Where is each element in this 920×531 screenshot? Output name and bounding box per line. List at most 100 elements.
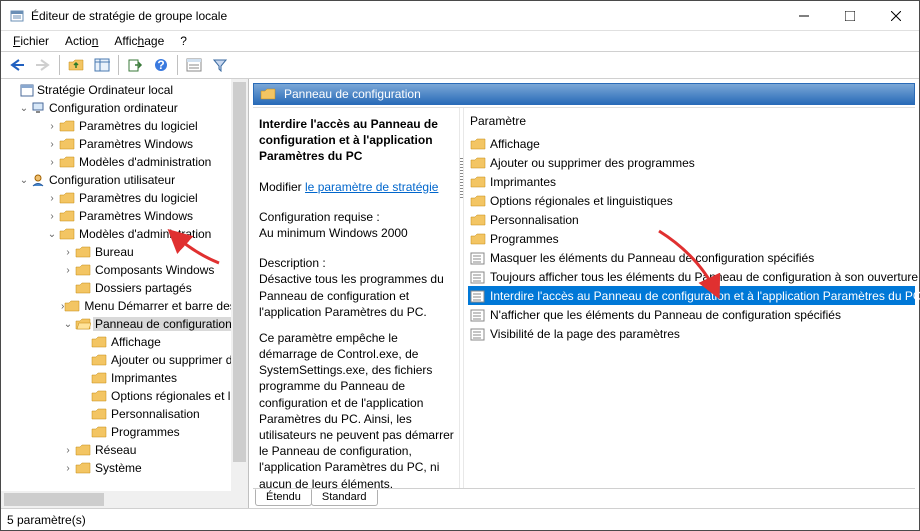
list-item-folder[interactable]: Affichage [468,134,915,153]
tree-root[interactable]: Stratégie Ordinateur local [35,83,175,97]
list-item-folder[interactable]: Options régionales et linguistiques [468,191,915,210]
toolbar: ? [1,51,919,79]
scroll-thumb[interactable] [233,82,246,462]
expand-icon[interactable]: › [61,445,75,456]
folder-open-icon [75,317,91,331]
tree-pane: Stratégie Ordinateur local ⌄ Configuratio… [1,79,249,508]
tab-standard[interactable]: Standard [311,490,378,506]
tree-item[interactable]: Ajouter ou supprimer des programmes [109,353,248,367]
menu-help[interactable]: ? [172,32,195,50]
menu-file[interactable]: Fichier [5,32,57,50]
menu-view[interactable]: Affichage [106,32,172,50]
computer-icon [31,100,47,116]
folder-icon [91,389,107,403]
tree-item[interactable]: Options régionales et linguistiques [109,389,248,403]
list-item-setting[interactable]: Visibilité de la page des paramètres [468,324,915,343]
folder-icon [59,209,75,223]
list-column-header[interactable]: Paramètre [468,112,915,134]
list-item-setting[interactable]: Interdire l'accès au Panneau de configur… [468,286,915,305]
menu-action[interactable]: Action [57,32,106,50]
tree-item[interactable]: Menu Démarrer et barre des tâches [82,299,248,313]
tree-item[interactable]: Personnalisation [109,407,202,421]
tree-item[interactable]: Programmes [109,425,182,439]
list-item-setting[interactable]: Masquer les éléments du Panneau de confi… [468,248,915,267]
expand-icon[interactable]: › [45,193,59,204]
folder-icon [75,443,91,457]
folder-icon [470,136,486,152]
tree-item-selected[interactable]: Panneau de configuration [93,317,234,331]
list-item-setting[interactable]: Toujours afficher tous les éléments du P… [468,267,915,286]
tree-content[interactable]: Stratégie Ordinateur local ⌄ Configuratio… [1,79,248,508]
expand-icon[interactable]: › [61,463,75,474]
back-button[interactable] [5,54,29,76]
close-button[interactable] [873,1,919,31]
folder-icon [91,425,107,439]
maximize-button[interactable] [827,1,873,31]
list-item-label: N'afficher que les éléments du Panneau d… [490,308,841,322]
tree-item[interactable]: Paramètres Windows [77,209,195,223]
list-item-folder[interactable]: Ajouter ou supprimer des programmes [468,153,915,172]
menubar: Fichier Action Affichage ? [1,31,919,51]
right-body: Interdire l'accès au Panneau de configur… [253,107,915,488]
folder-icon [260,87,276,101]
tree-user[interactable]: Configuration utilisateur [47,173,177,187]
expand-icon[interactable]: › [45,121,59,132]
folder-icon [91,335,107,349]
tree-item[interactable]: Bureau [93,245,136,259]
tab-extended[interactable]: Étendu [255,489,312,506]
filter-button[interactable] [208,54,232,76]
horizontal-scrollbar[interactable] [1,491,231,508]
expand-icon[interactable]: › [45,157,59,168]
properties-button[interactable] [182,54,206,76]
edit-label: Modifier [259,180,305,194]
list-item-label: Ajouter ou supprimer des programmes [490,156,695,170]
edit-policy-link[interactable]: le paramètre de stratégie [305,180,438,194]
list-item-folder[interactable]: Imprimantes [468,172,915,191]
collapse-icon[interactable]: ⌄ [61,319,75,330]
tree-item[interactable]: Dossiers partagés [93,281,194,295]
expand-icon[interactable]: › [45,139,59,150]
window-title: Éditeur de stratégie de groupe locale [25,9,781,23]
tree-item[interactable]: Système [93,461,144,475]
tree-item[interactable]: Modèles d'administration [77,155,213,169]
up-button[interactable] [64,54,88,76]
list-item-folder[interactable]: Personnalisation [468,210,915,229]
tree-item[interactable]: Imprimantes [109,371,179,385]
tree-item[interactable]: Modèles d'administration [77,227,213,241]
titlebar[interactable]: Éditeur de stratégie de groupe locale [1,1,919,31]
tree-computer[interactable]: Configuration ordinateur [47,101,180,115]
folder-icon [470,193,486,209]
forward-button[interactable] [31,54,55,76]
list-item-folder[interactable]: Programmes [468,229,915,248]
show-hide-tree-button[interactable] [90,54,114,76]
list-item-label: Visibilité de la page des paramètres [490,327,680,341]
scroll-thumb[interactable] [4,493,104,506]
vertical-scrollbar[interactable] [231,79,248,491]
tree-item[interactable]: Affichage [109,335,163,349]
export-button[interactable] [123,54,147,76]
tree-item[interactable]: Composants Windows [93,263,216,277]
list-item-label: Programmes [490,232,559,246]
collapse-icon[interactable]: ⌄ [17,103,31,114]
folder-icon [91,371,107,385]
svg-text:?: ? [157,58,164,72]
expand-icon[interactable]: › [61,265,75,276]
list-item-setting[interactable]: N'afficher que les éléments du Panneau d… [468,305,915,324]
expand-icon[interactable]: › [61,247,75,258]
collapse-icon[interactable]: ⌄ [45,229,59,240]
help-button[interactable]: ? [149,54,173,76]
folder-icon [470,155,486,171]
folder-icon [59,119,75,133]
tree-item[interactable]: Paramètres du logiciel [77,191,200,205]
collapse-icon[interactable]: ⌄ [17,175,31,186]
settings-list[interactable]: Paramètre Affichage Ajouter ou supprimer … [464,108,915,488]
tree-item[interactable]: Réseau [93,443,138,457]
toolbar-separator [118,55,119,75]
tree-item[interactable]: Paramètres du logiciel [77,119,200,133]
expand-icon[interactable]: › [45,211,59,222]
tree-item[interactable]: Paramètres Windows [77,137,195,151]
status-bar: 5 paramètre(s) [1,508,919,530]
view-tabs: Étendu Standard [253,488,915,508]
scroll-corner [231,491,248,508]
minimize-button[interactable] [781,1,827,31]
